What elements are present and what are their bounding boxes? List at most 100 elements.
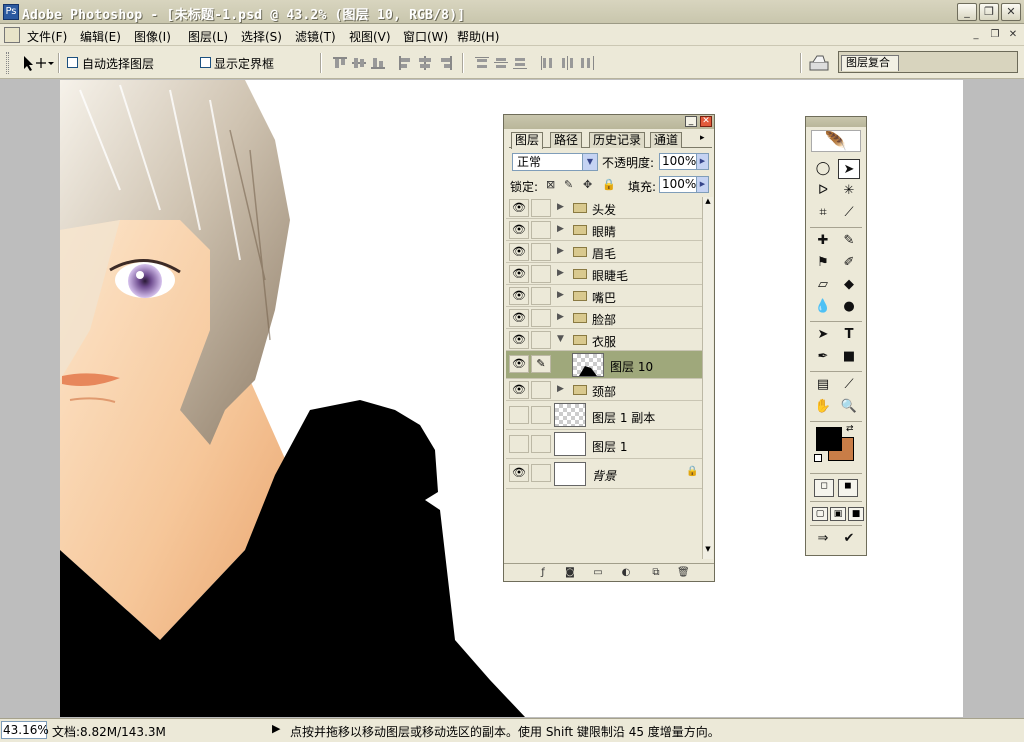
layer-row[interactable]: 图层 1 副本 (506, 401, 702, 430)
layer-row[interactable]: 👁 背景 🔒 (506, 459, 702, 489)
palette-close-button[interactable]: ✕ (700, 116, 712, 127)
link-box[interactable] (531, 221, 551, 239)
history-brush-tool-icon[interactable]: ✐ (838, 253, 860, 273)
photoshop-app-icon[interactable]: Ps (3, 4, 19, 20)
visibility-eye-icon[interactable]: 👁 (509, 287, 529, 305)
tab-paths[interactable]: 路径 (550, 132, 583, 148)
palette-well-icon[interactable] (808, 53, 830, 73)
imageready-check-icon[interactable]: ✔ (838, 529, 860, 549)
visibility-toggle-empty[interactable] (509, 406, 529, 424)
layer-style-icon[interactable]: ƒ (537, 567, 549, 578)
visibility-eye-icon[interactable]: 👁 (509, 355, 529, 373)
link-box[interactable] (531, 199, 551, 217)
layer-row[interactable]: 👁 ▶ 眉毛 (506, 241, 702, 263)
burn-tool-icon[interactable]: ● (838, 297, 860, 317)
marquee-tool-icon[interactable]: ◯ (812, 159, 834, 179)
notes-tool-icon[interactable]: ▤ (812, 375, 834, 395)
link-box[interactable] (531, 243, 551, 261)
link-box[interactable] (531, 331, 551, 349)
brush-tool-icon[interactable]: ✎ (838, 231, 860, 251)
expand-triangle-icon[interactable]: ▶ (557, 312, 564, 322)
full-screen-mode-icon[interactable]: ■ (848, 507, 864, 521)
layer-row[interactable]: 👁 ▼ 衣服 (506, 329, 702, 351)
layer-row[interactable]: 👁 ▶ 脸部 (506, 307, 702, 329)
auto-select-checkbox[interactable] (67, 57, 78, 68)
layer-comps-tab[interactable]: 图层复合 (841, 55, 899, 71)
rectangle-tool-icon[interactable]: ■ (838, 347, 860, 367)
options-grip[interactable] (6, 52, 9, 74)
visibility-eye-icon[interactable]: 👁 (509, 265, 529, 283)
visibility-eye-icon[interactable]: 👁 (509, 331, 529, 349)
menu-image[interactable]: 图像(I) (134, 28, 171, 45)
menu-filter[interactable]: 滤镜(T) (295, 28, 336, 45)
path-selection-tool-icon[interactable]: ➤ (812, 325, 834, 345)
link-box[interactable] (531, 309, 551, 327)
layer-row[interactable]: 👁 ▶ 眼睛 (506, 219, 702, 241)
menu-view[interactable]: 视图(V) (349, 28, 391, 45)
menu-help[interactable]: 帮助(H) (457, 28, 499, 45)
slice-tool-icon[interactable]: ⟋ (838, 203, 860, 223)
layers-palette-titlebar[interactable]: _ ✕ (504, 115, 714, 129)
fill-slider-arrow-icon[interactable]: ▶ (696, 177, 708, 192)
adjustment-layer-icon[interactable]: ◐ (620, 567, 632, 578)
visibility-toggle-empty[interactable] (509, 435, 529, 453)
healing-brush-tool-icon[interactable]: ✚ (812, 231, 834, 251)
visibility-eye-icon[interactable]: 👁 (509, 464, 529, 482)
tab-layers[interactable]: 图层 (511, 132, 544, 149)
lock-transparency-icon[interactable]: ⊠ (546, 178, 555, 191)
distribute-horizontal-icons[interactable] (540, 56, 596, 70)
feather-logo-icon[interactable]: 🪶 (811, 130, 861, 152)
close-button[interactable]: ✕ (1001, 3, 1021, 21)
distribute-vertical-icons[interactable] (474, 56, 530, 70)
blend-mode-select[interactable]: 正常 ▼ (512, 153, 598, 171)
layer-row[interactable]: 👁 ▶ 眼睫毛 (506, 263, 702, 285)
palette-minimize-button[interactable]: _ (685, 116, 697, 127)
layer-row[interactable]: 图层 1 (506, 430, 702, 459)
crop-tool-icon[interactable]: ⌗ (812, 203, 834, 223)
tab-history[interactable]: 历史记录 (589, 132, 646, 148)
visibility-eye-icon[interactable]: 👁 (509, 221, 529, 239)
edit-in-imageready-icon[interactable]: ⇒ (812, 529, 834, 549)
scroll-up-icon[interactable]: ▲ (703, 197, 713, 209)
show-bounds-checkbox[interactable] (200, 57, 211, 68)
expand-triangle-icon[interactable]: ▶ (557, 224, 564, 234)
move-tool-icon[interactable]: ➤ (838, 159, 860, 179)
visibility-eye-icon[interactable]: 👁 (509, 381, 529, 399)
visibility-eye-icon[interactable]: 👁 (509, 309, 529, 327)
lock-position-icon[interactable]: ✥ (583, 178, 592, 191)
magic-wand-tool-icon[interactable]: ✳ (838, 181, 860, 201)
document-icon[interactable] (4, 27, 20, 43)
paint-bucket-tool-icon[interactable]: ◆ (838, 275, 860, 295)
expand-triangle-icon[interactable]: ▶ (557, 268, 564, 278)
layer-row-selected[interactable]: 👁 ✎ 图层 10 (506, 351, 702, 379)
layer-row[interactable]: 👁 ▶ 嘴巴 (506, 285, 702, 307)
new-layer-icon[interactable]: ⧉ (650, 567, 662, 578)
default-colors-icon[interactable] (814, 454, 822, 462)
menu-select[interactable]: 选择(S) (241, 28, 282, 45)
pen-tool-icon[interactable]: ✒ (812, 347, 834, 367)
palette-menu-arrow-icon[interactable]: ▸ (700, 133, 705, 143)
foreground-color-swatch[interactable] (816, 427, 842, 451)
swap-colors-icon[interactable]: ⇄ (846, 424, 854, 434)
layer-mask-icon[interactable]: ◙ (564, 567, 576, 578)
new-group-icon[interactable]: ▭ (592, 567, 604, 578)
eraser-tool-icon[interactable]: ▱ (812, 275, 834, 295)
lasso-tool-icon[interactable]: ᐅ (812, 181, 834, 201)
quick-mask-mode-icon[interactable]: ◼ (838, 479, 858, 497)
menu-window[interactable]: 窗口(W) (403, 28, 448, 45)
eyedropper-tool-icon[interactable]: ⟋ (838, 375, 860, 395)
expand-triangle-icon[interactable]: ▶ (557, 202, 564, 212)
tools-palette-titlebar[interactable] (806, 117, 866, 127)
expand-triangle-icon[interactable]: ▶ (557, 384, 564, 394)
clone-stamp-tool-icon[interactable]: ⚑ (812, 253, 834, 273)
collapse-triangle-icon[interactable]: ▼ (557, 334, 564, 344)
link-box[interactable] (531, 435, 551, 453)
standard-screen-mode-icon[interactable]: ▢ (812, 507, 828, 521)
fill-field[interactable]: 100% ▶ (659, 176, 709, 193)
maximize-button[interactable]: ❐ (979, 3, 999, 21)
blur-tool-icon[interactable]: 💧 (812, 297, 834, 317)
layer-row[interactable]: 👁 ▶ 头发 (506, 197, 702, 219)
tab-channels[interactable]: 通道 (650, 132, 683, 148)
zoom-tool-icon[interactable]: 🔍 (838, 397, 860, 417)
menu-edit[interactable]: 编辑(E) (80, 28, 121, 45)
